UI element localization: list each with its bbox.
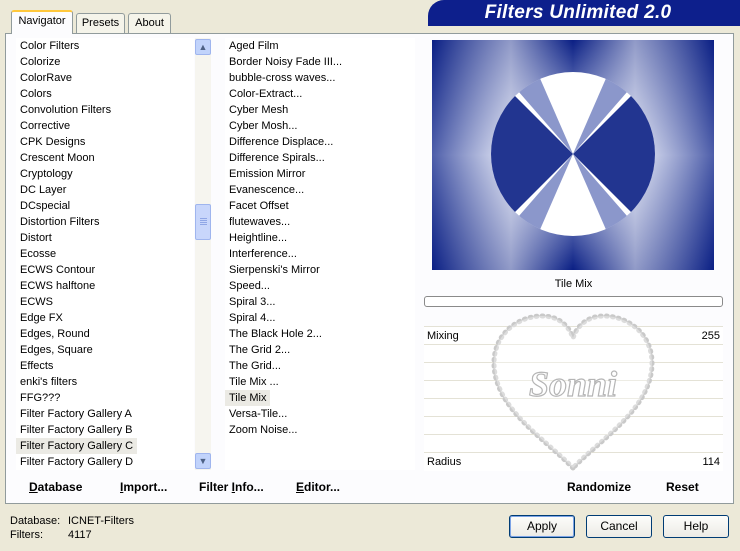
scroll-up-icon[interactable]: ▲ [195, 39, 211, 55]
list-item[interactable]: Filter Factory Gallery A [16, 406, 136, 422]
list-item[interactable]: Corrective [16, 118, 74, 134]
list-item[interactable]: Filter Factory Gallery C [16, 438, 138, 454]
list-item[interactable]: Difference Spirals... [225, 150, 329, 166]
list-item[interactable]: Emission Mirror [225, 166, 309, 182]
list-item[interactable]: Sierpenski's Mirror [225, 262, 324, 278]
list-item[interactable]: bubble-cross waves... [225, 70, 339, 86]
list-item[interactable]: ColorRave [16, 70, 76, 86]
list-item[interactable]: Color Filters [16, 38, 83, 54]
list-item[interactable]: Crescent Moon [16, 150, 99, 166]
scroll-down-icon[interactable]: ▼ [195, 453, 211, 469]
list-item[interactable]: Convolution Filters [16, 102, 115, 118]
list-item[interactable]: Tile Mix ... [225, 374, 283, 390]
list-item[interactable]: Zoom Noise... [225, 422, 301, 438]
list-item[interactable]: Filter Factory Gallery B [16, 422, 136, 438]
list-item[interactable]: Edges, Square [16, 342, 97, 358]
list-item[interactable]: Cyber Mesh [225, 102, 292, 118]
list-item[interactable]: Interference... [225, 246, 301, 262]
preview-image [432, 40, 714, 270]
list-item[interactable]: Colorize [16, 54, 64, 70]
apply-button[interactable]: Apply [509, 515, 575, 538]
list-item[interactable]: Distortion Filters [16, 214, 103, 230]
preview-filter-name: Tile Mix [554, 278, 593, 290]
list-item[interactable]: Edge FX [16, 310, 67, 326]
help-button[interactable]: Help [663, 515, 729, 538]
list-item[interactable]: Tile Mix [225, 390, 271, 406]
list-item[interactable]: Facet Offset [225, 198, 293, 214]
watermark-heart: Sonni [491, 313, 655, 472]
status-database-value: ICNET-Filters [68, 515, 134, 527]
status-filters-value: 4117 [68, 529, 92, 541]
category-list[interactable]: Color Filters Colorize ColorRave Colors Conv… [16, 38, 194, 470]
list-item[interactable]: Edges, Round [16, 326, 94, 342]
mixing-label: Mixing [427, 330, 459, 342]
filter-info-button[interactable]: Filter Info... [199, 480, 264, 494]
list-item[interactable]: enki's filters [16, 374, 81, 390]
scroll-thumb[interactable] [195, 204, 211, 240]
list-item[interactable]: The Black Hole 2... [225, 326, 326, 342]
watermark-text: Sonni [529, 364, 617, 404]
list-item[interactable]: Cyber Mosh... [225, 118, 301, 134]
list-item[interactable]: Cryptology [16, 166, 77, 182]
category-scrollbar[interactable]: ▲ ▼ [195, 38, 211, 470]
list-item[interactable]: Border Noisy Fade III... [225, 54, 346, 70]
import-button[interactable]: Import... [120, 480, 167, 494]
list-item[interactable]: Filter Factory Gallery D [16, 454, 137, 470]
reset-button[interactable]: Reset [666, 480, 699, 494]
filter-preview [432, 40, 714, 270]
list-item[interactable]: Color-Extract... [225, 86, 306, 102]
app-title: Filters Unlimited 2.0 [484, 2, 672, 23]
list-item[interactable]: The Grid 2... [225, 342, 294, 358]
cancel-button[interactable]: Cancel [586, 515, 652, 538]
list-item[interactable]: Speed... [225, 278, 274, 294]
list-item[interactable]: Effects [16, 358, 57, 374]
status-database-key: Database: [10, 515, 61, 527]
list-item[interactable]: Aged Film [225, 38, 283, 54]
database-button[interactable]: Database [29, 480, 82, 494]
tab-navigator[interactable]: Navigator [11, 10, 73, 34]
list-item[interactable]: FFG??? [16, 390, 64, 406]
list-item[interactable]: Colors [16, 86, 56, 102]
list-item[interactable]: Ecosse [16, 246, 60, 262]
randomize-button[interactable]: Randomize [567, 480, 631, 494]
progress-bar [424, 296, 723, 307]
filter-list[interactable]: Aged Film Border Noisy Fade III... bubble-… [225, 38, 415, 470]
radius-label: Radius [427, 456, 462, 468]
status-filters-key: Filters: [10, 529, 43, 541]
list-item[interactable]: CPK Designs [16, 134, 89, 150]
editor-button[interactable]: Editor... [296, 480, 340, 494]
radius-value[interactable]: 114 [680, 456, 720, 468]
list-item[interactable]: ECWS halftone [16, 278, 99, 294]
tab-about[interactable]: About [128, 13, 171, 33]
list-item[interactable]: flutewaves... [225, 214, 294, 230]
list-item[interactable]: Difference Displace... [225, 134, 337, 150]
tab-presets[interactable]: Presets [76, 13, 125, 33]
list-item[interactable]: Evanescence... [225, 182, 308, 198]
list-item[interactable]: Distort [16, 230, 56, 246]
list-item[interactable]: Heightline... [225, 230, 291, 246]
list-item[interactable]: Spiral 4... [225, 310, 279, 326]
list-item[interactable]: DCspecial [16, 198, 74, 214]
list-item[interactable]: The Grid... [225, 358, 285, 374]
title-banner: Filters Unlimited 2.0 [428, 0, 740, 26]
mixing-value[interactable]: 255 [680, 330, 720, 342]
list-item[interactable]: ECWS Contour [16, 262, 99, 278]
list-item[interactable]: Spiral 3... [225, 294, 279, 310]
list-item[interactable]: ECWS [16, 294, 57, 310]
list-item[interactable]: Versa-Tile... [225, 406, 291, 422]
list-item[interactable]: DC Layer [16, 182, 70, 198]
